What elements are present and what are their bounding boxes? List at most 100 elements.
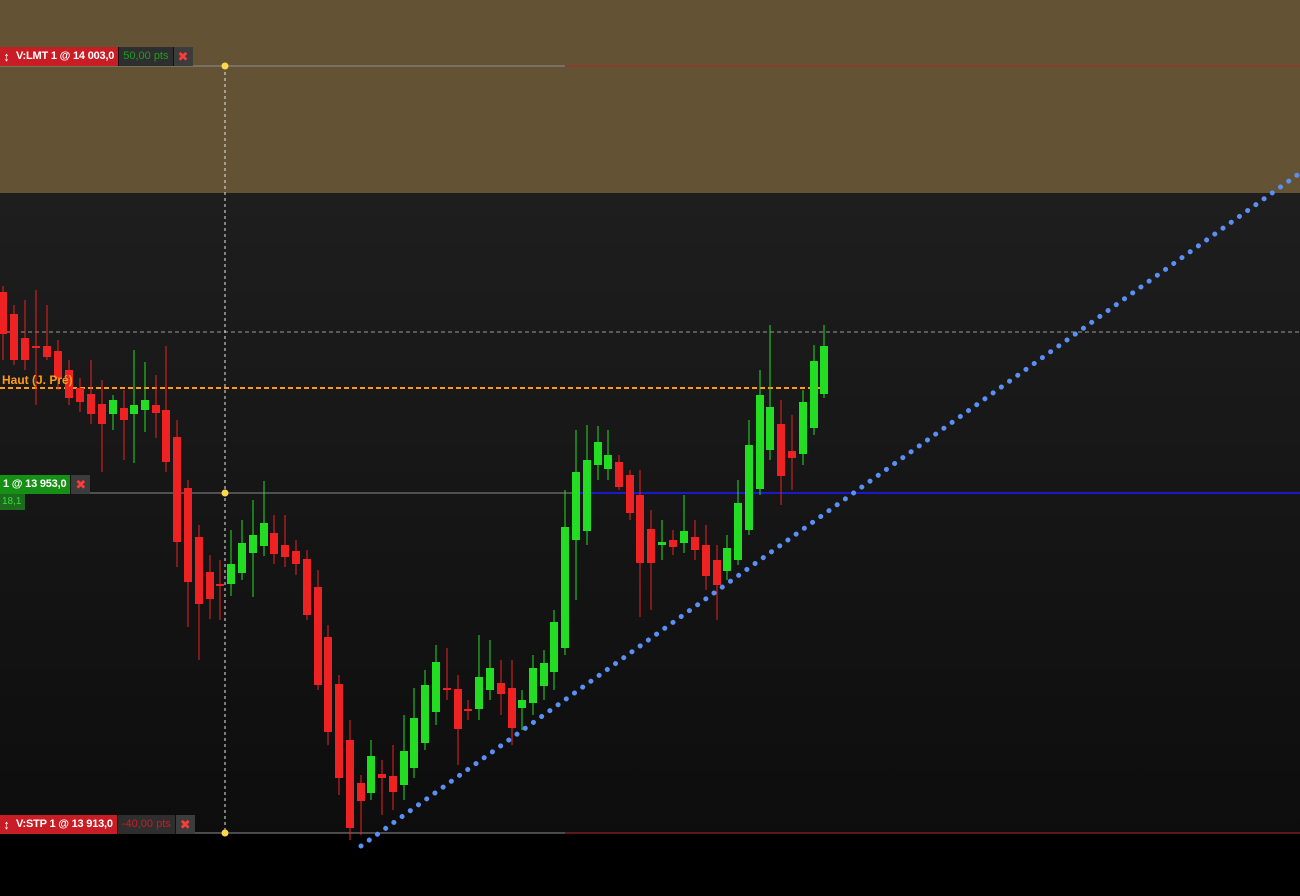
candle-body	[357, 783, 365, 801]
candle-body	[162, 410, 170, 462]
candle	[314, 570, 322, 690]
candle-body	[314, 587, 322, 685]
candle-body	[583, 460, 591, 531]
candle-body	[518, 700, 526, 708]
chart-background	[0, 193, 1300, 833]
candle-body	[572, 472, 580, 540]
candle-body	[216, 584, 224, 586]
candle-body	[443, 688, 451, 690]
resize-vertical-icon[interactable]: ↕	[0, 47, 13, 66]
candle-body	[21, 338, 29, 360]
candle-body	[647, 529, 655, 563]
candle-body	[260, 523, 268, 546]
stop-handle[interactable]	[221, 829, 229, 837]
position-handle[interactable]	[221, 489, 229, 497]
candle-body	[734, 503, 742, 560]
candle-body	[454, 689, 462, 729]
candle-body	[680, 531, 688, 543]
candle-body	[10, 314, 18, 360]
candle-body	[702, 545, 710, 576]
candle-body	[206, 572, 214, 599]
candle-body	[594, 442, 602, 465]
candle-body	[464, 709, 472, 711]
candle-body	[475, 677, 483, 709]
price-chart[interactable]	[0, 0, 1300, 896]
position-label: 1 @ 13 953,0	[0, 475, 71, 494]
candle-body	[130, 405, 138, 414]
candle-body	[400, 751, 408, 785]
limit-order-points: 50,00 pts	[118, 47, 173, 66]
close-x-icon[interactable]: ✖	[172, 47, 193, 66]
candle-body	[378, 774, 386, 778]
candle-body	[109, 400, 117, 414]
candle-body	[32, 346, 40, 348]
candle-body	[615, 462, 623, 487]
candle-body	[98, 404, 106, 424]
candle-body	[561, 527, 569, 648]
candle-body	[270, 533, 278, 554]
candle-body	[249, 535, 257, 553]
stop-order-label: V:STP 1 @ 13 913,0	[13, 815, 117, 834]
candle-body	[303, 559, 311, 615]
limit-order-tag[interactable]: ↕ V:LMT 1 @ 14 003,0 50,00 pts ✖	[0, 47, 193, 66]
candle-body	[281, 545, 289, 557]
candle-body	[820, 346, 828, 394]
candle-body	[691, 537, 699, 550]
candle-body	[636, 495, 644, 563]
candle-body	[421, 685, 429, 743]
candle-body	[799, 402, 807, 454]
position-pnl: 18,1	[0, 494, 26, 510]
candle-body	[508, 688, 516, 728]
candle	[303, 550, 311, 620]
candle-body	[141, 400, 149, 410]
candle	[626, 470, 634, 520]
candle-body	[745, 445, 753, 530]
candle-body	[604, 455, 612, 469]
close-x-icon[interactable]: ✖	[174, 815, 195, 834]
candle-body	[152, 405, 160, 413]
candle-body	[195, 537, 203, 604]
candle-body	[367, 756, 375, 793]
candle-body	[540, 663, 548, 686]
candle-body	[43, 346, 51, 357]
candle-body	[529, 668, 537, 703]
candle-body	[346, 740, 354, 828]
stop-order-tag[interactable]: ↕ V:STP 1 @ 13 913,0 -40,00 pts ✖	[0, 815, 195, 834]
position-tag[interactable]: 1 @ 13 953,0 ✖	[0, 475, 91, 494]
candle-body	[227, 564, 235, 584]
candle-body	[292, 551, 300, 564]
candle	[10, 305, 18, 365]
candle-body	[497, 683, 505, 694]
candle-body	[0, 292, 7, 334]
candle	[335, 675, 343, 795]
candle-body	[120, 408, 128, 420]
candle-body	[756, 395, 764, 489]
candle-body	[550, 622, 558, 672]
candle-body	[723, 548, 731, 571]
candle-body	[766, 407, 774, 450]
candle	[324, 625, 332, 745]
stop-order-points: -40,00 pts	[116, 815, 175, 834]
limit-order-label: V:LMT 1 @ 14 003,0	[13, 47, 119, 66]
candle-body	[335, 684, 343, 778]
candle-body	[626, 475, 634, 513]
candle-body	[669, 540, 677, 547]
candle-body	[173, 437, 181, 542]
prev-day-high-label: Haut (J. Pré)	[2, 373, 73, 387]
candle-body	[324, 637, 332, 732]
close-x-icon[interactable]: ✖	[70, 475, 91, 494]
candle-body	[810, 361, 818, 428]
candle-body	[432, 662, 440, 712]
candle-body	[389, 776, 397, 792]
candle-body	[184, 488, 192, 582]
limit-handle[interactable]	[221, 62, 229, 70]
candle-body	[238, 543, 246, 573]
candle-body	[87, 394, 95, 414]
candle-body	[777, 424, 785, 476]
chart-bottom-strip	[0, 833, 1300, 896]
profit-zone	[0, 0, 1300, 193]
candle-body	[76, 388, 84, 402]
resize-vertical-icon[interactable]: ↕	[0, 815, 13, 834]
candle-body	[713, 560, 721, 585]
candle-body	[658, 542, 666, 545]
